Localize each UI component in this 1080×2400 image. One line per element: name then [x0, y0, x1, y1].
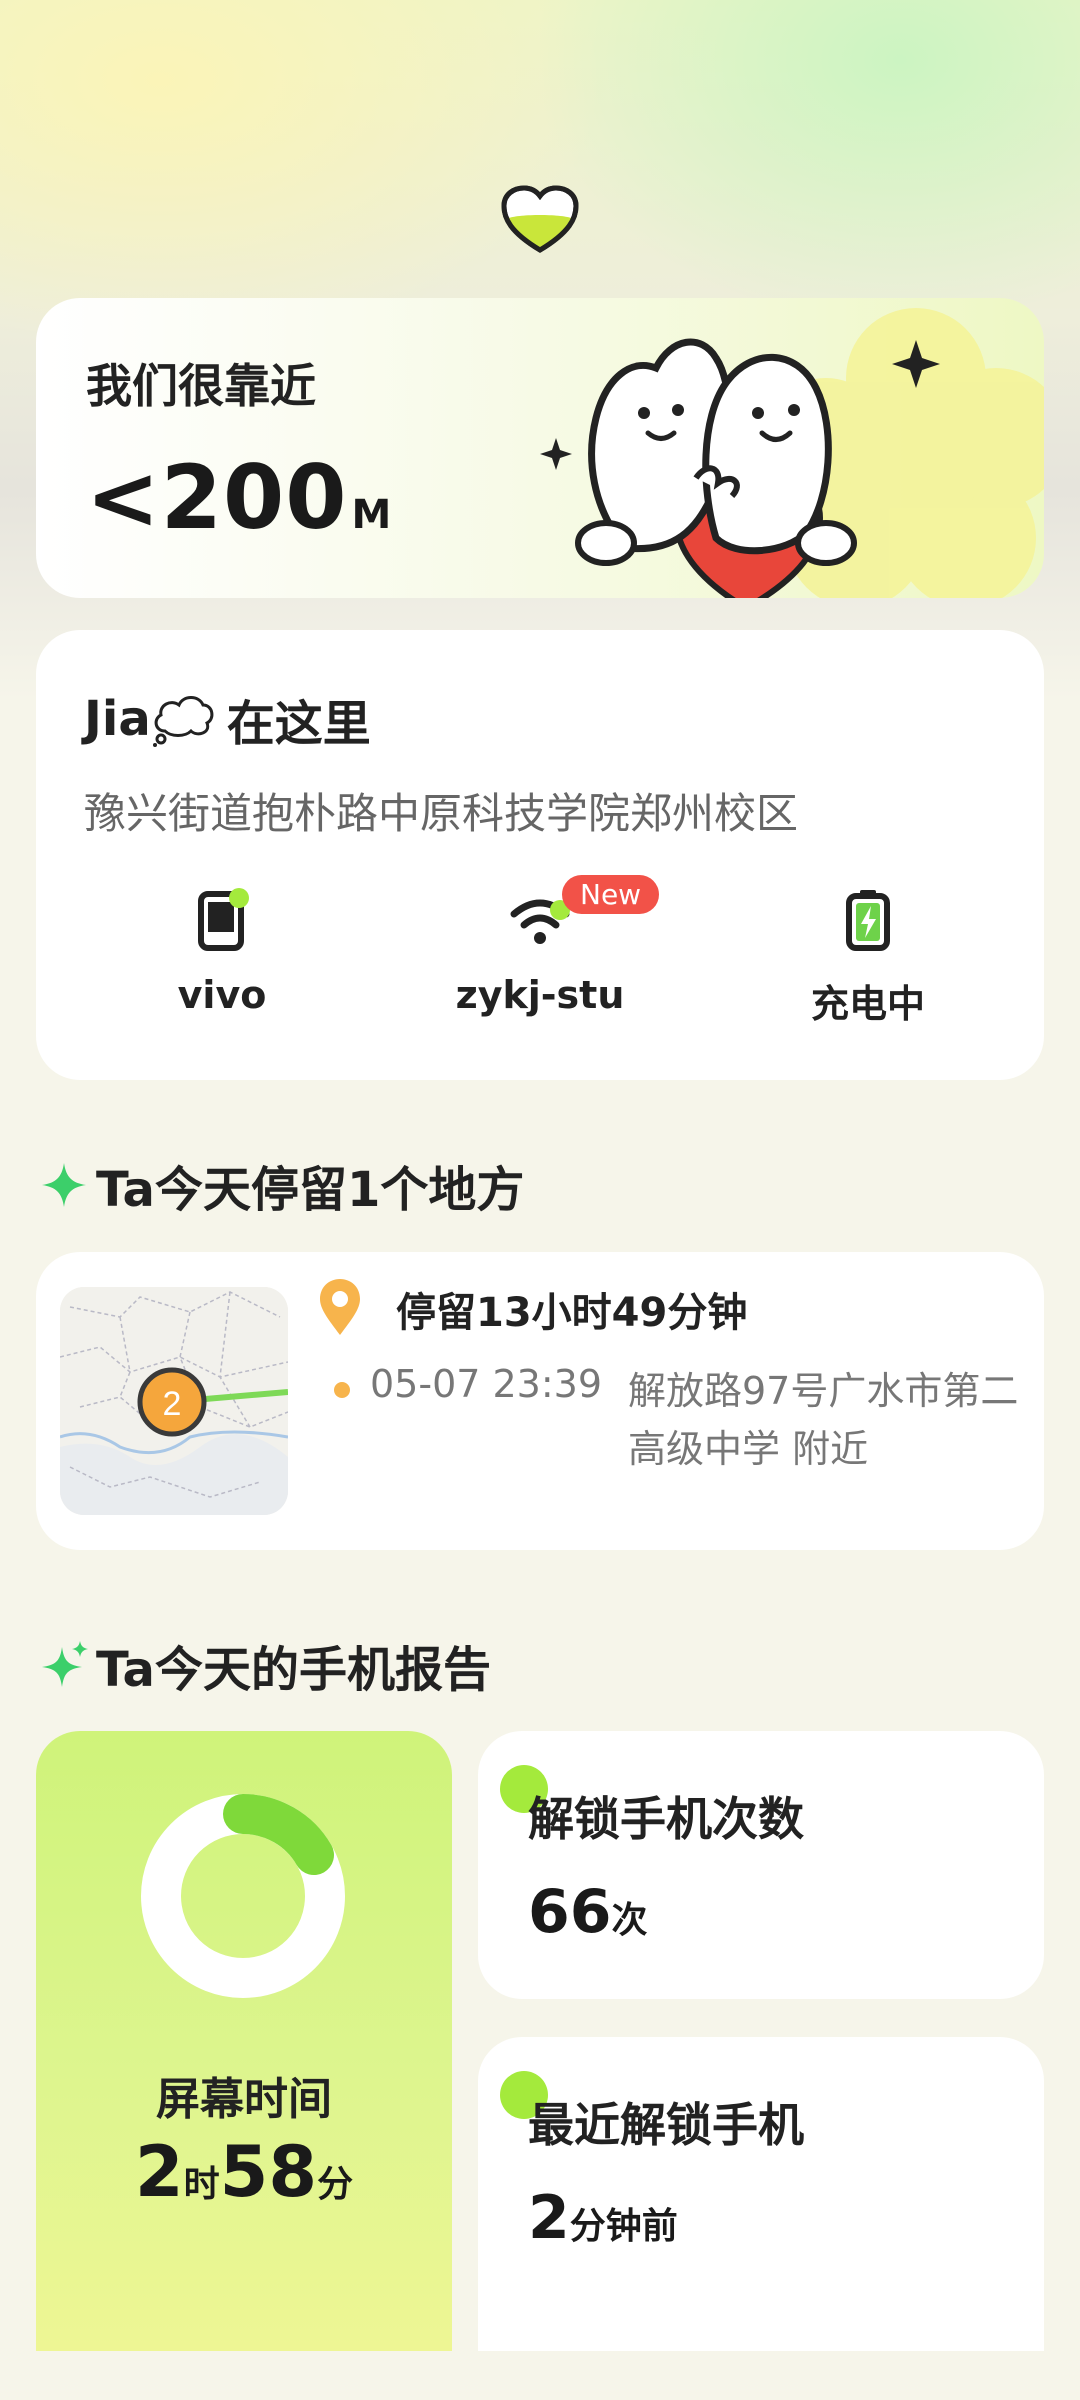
report-section-title: Ta今天的手机报告	[40, 1630, 491, 1700]
stay-place: 解放路97号广水市第二高级中学 附近	[628, 1369, 1019, 1471]
stay-time: 05-07 23:39	[370, 1362, 603, 1406]
battery-charging-icon	[846, 890, 890, 951]
unlock-count-card[interactable]: 解锁手机次数 66次	[478, 1731, 1044, 1999]
screen-time-minutes: 58	[219, 2131, 318, 2213]
stay-duration: 停留13小时49分钟	[396, 1290, 748, 1336]
location-address: 豫兴街道抱朴路中原科技学院郑州校区	[84, 789, 799, 838]
distance-card[interactable]: 我们很靠近 <200 M	[36, 298, 1044, 598]
last-unlock-number: 2	[528, 2183, 570, 2253]
screen-time-value: 2时58分	[36, 2131, 452, 2213]
unlock-count-unit: 次	[611, 1900, 648, 1941]
heart-logo-icon	[501, 185, 579, 253]
location-title-suffix: 在这里	[226, 696, 371, 752]
screen-time-card[interactable]: 屏幕时间 2时58分	[36, 1731, 452, 2351]
stay-title-text: Ta今天停留1个地方	[96, 1162, 525, 1218]
report-title-text: Ta今天的手机报告	[96, 1642, 491, 1698]
stay-card[interactable]: 2 停留13小时49分钟 05-07 23:39 解放路97号广水市第二高级中学…	[36, 1252, 1044, 1550]
location-title: Jia 在这里	[84, 684, 371, 754]
timeline-dot	[334, 1382, 350, 1398]
sparkle-icon	[42, 1163, 86, 1207]
map-image: 2	[60, 1287, 288, 1515]
wifi-label: zykj-stu	[455, 973, 625, 1017]
screen-time-hours: 2	[134, 2131, 184, 2213]
unlock-count-label: 解锁手机次数	[528, 1792, 804, 1846]
last-unlock-value: 2分钟前	[528, 2183, 678, 2253]
device-item[interactable]: vivo	[92, 885, 352, 1017]
partner-name: Jia	[84, 691, 151, 747]
map-marker-number: 2	[163, 1385, 182, 1423]
screen-time-label: 屏幕时间	[156, 2074, 332, 2125]
sparkle-icon	[42, 1641, 88, 1687]
last-unlock-card[interactable]: 最近解锁手机 2分钟前	[478, 2037, 1044, 2351]
distance-title: 我们很靠近	[86, 359, 316, 413]
battery-item[interactable]: 充电中	[738, 885, 998, 1028]
battery-label: 充电中	[810, 982, 925, 1026]
screen-time-minutes-unit: 分	[317, 2164, 354, 2205]
distance-number: <200	[86, 446, 348, 549]
last-unlock-label: 最近解锁手机	[528, 2098, 804, 2152]
screen-time-hours-unit: 时	[183, 2164, 220, 2205]
couple-hearts-illustration	[540, 308, 1044, 598]
last-unlock-unit: 分钟前	[569, 2206, 678, 2247]
location-card[interactable]: Jia 在这里 豫兴街道抱朴路中原科技学院郑州校区 vivo New zykj-…	[36, 630, 1044, 1080]
screen-time-ring	[141, 1794, 345, 1998]
location-pin-icon	[320, 1279, 360, 1335]
distance-unit: M	[351, 492, 393, 538]
phone-icon	[198, 888, 249, 951]
stay-section-title: Ta今天停留1个地方	[40, 1150, 524, 1220]
distance-value: <200 M	[86, 446, 392, 549]
map-thumbnail[interactable]: 2	[60, 1287, 288, 1515]
unlock-count-number: 66	[528, 1877, 612, 1947]
wifi-item[interactable]: New zykj-stu	[410, 875, 670, 1017]
unlock-count-value: 66次	[528, 1877, 648, 1947]
thought-cloud-icon	[152, 696, 214, 747]
new-badge: New	[562, 875, 660, 914]
device-label: vivo	[177, 973, 267, 1017]
